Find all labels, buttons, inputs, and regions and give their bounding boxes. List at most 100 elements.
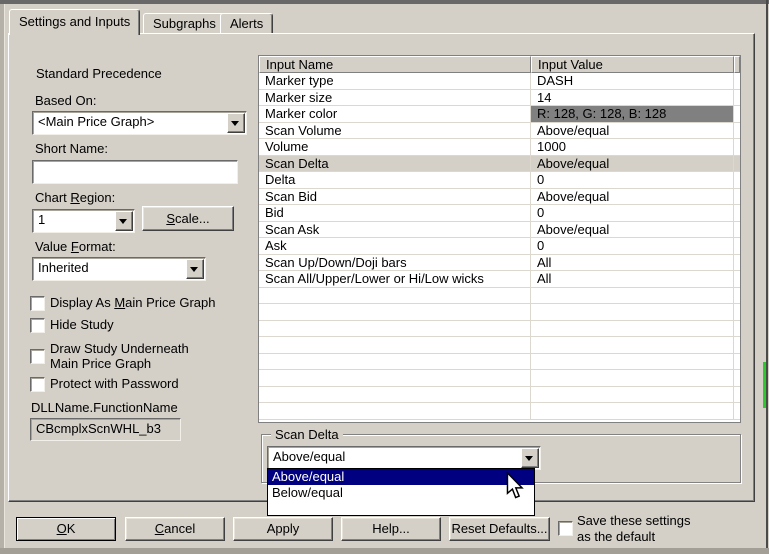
- dropdown-option[interactable]: Below/equal: [268, 485, 534, 501]
- input-name-cell: Scan Ask: [259, 221, 531, 238]
- input-value-cell: Above/equal: [531, 122, 734, 139]
- table-row[interactable]: Scan Delta Above/equal: [259, 155, 740, 172]
- row-filler: [734, 123, 740, 139]
- input-value-cell: All: [531, 254, 734, 271]
- empty-table-row: [259, 304, 740, 321]
- window-top-edge: [0, 0, 769, 4]
- scan-delta-dropdown-list: Above/equal Below/equal: [267, 468, 535, 516]
- empty-cell: [259, 353, 531, 370]
- dropdown-option[interactable]: Above/equal: [268, 469, 534, 485]
- input-value-cell: Above/equal: [531, 188, 734, 205]
- input-name-column-header[interactable]: Input Name: [259, 56, 531, 73]
- chart-region-dropdown-button[interactable]: [115, 211, 133, 231]
- table-row[interactable]: Scan All/Upper/Lower or Hi/Low wicks All: [259, 271, 740, 288]
- empty-cell: [734, 304, 740, 321]
- chart-region-label: Chart Region:: [35, 190, 116, 205]
- mouse-cursor-icon: [506, 471, 525, 503]
- window-right-edge: [766, 0, 768, 554]
- tab-alerts[interactable]: Alerts: [220, 13, 274, 35]
- display-as-main-price-graph-checkbox[interactable]: [30, 296, 45, 311]
- empty-cell: [734, 354, 740, 370]
- short-name-input[interactable]: [32, 160, 238, 184]
- tab-subgraphs[interactable]: Subgraphs: [143, 13, 226, 35]
- empty-cell: [259, 320, 531, 337]
- empty-table-row: [259, 337, 740, 354]
- row-filler: [734, 73, 740, 90]
- empty-table-row: [259, 287, 740, 304]
- row-filler: [734, 90, 740, 106]
- table-row[interactable]: Volume 1000: [259, 139, 740, 156]
- dll-function-name-field: CBcmplxScnWHL_b3: [30, 418, 181, 441]
- chart-region-combobox[interactable]: 1: [32, 209, 135, 233]
- row-filler: [734, 172, 740, 189]
- input-value-cell: 0: [531, 172, 734, 189]
- table-header: Input Name Input Value: [259, 56, 740, 73]
- scan-delta-group-label: Scan Delta: [271, 427, 343, 442]
- row-filler: [734, 222, 740, 238]
- row-filler: [734, 139, 740, 156]
- table-row[interactable]: Scan Ask Above/equal: [259, 221, 740, 238]
- empty-cell: [734, 288, 740, 304]
- save-as-default-checkbox[interactable]: [558, 521, 573, 536]
- chevron-down-icon: [190, 267, 198, 272]
- input-name-cell: Delta: [259, 172, 531, 189]
- cancel-button[interactable]: Cancel: [125, 517, 225, 541]
- table-row[interactable]: Marker size 14: [259, 89, 740, 106]
- chevron-down-icon: [231, 121, 239, 126]
- apply-button[interactable]: Apply: [233, 517, 333, 541]
- value-format-combobox[interactable]: Inherited: [32, 257, 206, 281]
- ok-button[interactable]: OK: [16, 517, 116, 541]
- input-value-cell: DASH: [531, 73, 734, 90]
- chart-region-value: 1: [38, 212, 46, 227]
- value-format-label: Value Format:: [35, 239, 116, 254]
- table-row[interactable]: Ask 0: [259, 238, 740, 255]
- input-value-cell: 0: [531, 238, 734, 255]
- row-filler: [734, 238, 740, 255]
- input-name-cell: Volume: [259, 139, 531, 156]
- input-name-cell: Scan Up/Down/Doji bars: [259, 254, 531, 271]
- input-value-cell: Above/equal: [531, 155, 734, 172]
- input-name-cell: Marker color: [259, 106, 531, 123]
- help-button[interactable]: Help...: [341, 517, 441, 541]
- display-as-main-price-graph-label: Display As Main Price Graph: [50, 295, 216, 310]
- empty-cell: [734, 387, 740, 403]
- value-format-dropdown-button[interactable]: [186, 259, 204, 279]
- scan-delta-dropdown-button[interactable]: [521, 448, 539, 468]
- scan-delta-combo-value: Above/equal: [273, 449, 346, 464]
- table-row[interactable]: Bid 0: [259, 205, 740, 222]
- input-name-cell: Scan Delta: [259, 155, 531, 172]
- empty-cell: [259, 287, 531, 304]
- empty-cell: [734, 370, 740, 387]
- table-row[interactable]: Scan Bid Above/equal: [259, 188, 740, 205]
- row-filler: [734, 205, 740, 222]
- table-row[interactable]: Scan Volume Above/equal: [259, 122, 740, 139]
- window-bottom-edge: [0, 548, 769, 554]
- protect-with-password-checkbox[interactable]: [30, 377, 45, 392]
- table-row[interactable]: Scan Up/Down/Doji bars All: [259, 254, 740, 271]
- table-row[interactable]: Marker color R: 128, G: 128, B: 128: [259, 106, 740, 123]
- based-on-combobox[interactable]: <Main Price Graph>: [32, 111, 247, 135]
- draw-study-underneath-checkbox[interactable]: [30, 349, 45, 364]
- study-settings-dialog: Settings and Inputs Subgraphs Alerts Sta…: [0, 0, 769, 554]
- reset-defaults-button[interactable]: Reset Defaults...: [449, 517, 550, 541]
- table-row[interactable]: Marker type DASH: [259, 73, 740, 90]
- input-name-cell: Marker type: [259, 73, 531, 90]
- hide-study-checkbox[interactable]: [30, 318, 45, 333]
- row-filler: [734, 156, 740, 172]
- row-filler: [734, 255, 740, 271]
- table-row[interactable]: Delta 0: [259, 172, 740, 189]
- input-value-cell: R: 128, G: 128, B: 128: [531, 106, 734, 123]
- empty-table-row: [259, 320, 740, 337]
- scan-delta-combobox[interactable]: Above/equal: [267, 446, 541, 470]
- scale-button[interactable]: Scale...: [142, 206, 234, 231]
- short-name-label: Short Name:: [35, 141, 108, 156]
- empty-cell: [734, 337, 740, 354]
- based-on-dropdown-button[interactable]: [227, 113, 245, 133]
- empty-cell: [259, 403, 531, 420]
- row-filler: [734, 189, 740, 205]
- tab-settings-and-inputs[interactable]: Settings and Inputs: [9, 9, 141, 35]
- based-on-label: Based On:: [35, 93, 97, 108]
- input-value-column-header[interactable]: Input Value: [531, 56, 734, 73]
- empty-table-row: [259, 353, 740, 370]
- save-as-default-label: Save these settings as the default: [577, 513, 691, 544]
